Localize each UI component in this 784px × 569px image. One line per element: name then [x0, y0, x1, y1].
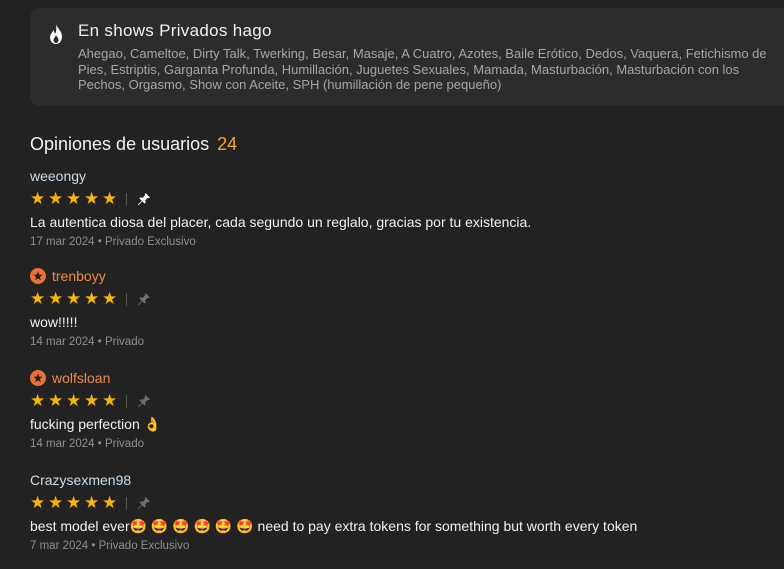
vip-badge-icon: [30, 268, 46, 284]
star-icon: ★: [30, 391, 46, 410]
review-comment: best model ever🤩 🤩 🤩 🤩 🤩 🤩 need to pay e…: [30, 518, 638, 534]
star-icon: ★: [48, 189, 64, 208]
review-comment: La autentica diosa del placer, cada segu…: [30, 214, 532, 230]
private-shows-card: En shows Privados hago Ahegao, Cameltoe,…: [30, 8, 784, 106]
review-comment: fucking perfection 👌: [30, 416, 162, 432]
review-show-type: Privado Exclusivo: [105, 236, 196, 248]
review-username[interactable]: weeongy: [30, 168, 86, 184]
star-icon: ★: [66, 493, 82, 512]
divider: [126, 192, 127, 206]
review-show-type: Privado Exclusivo: [98, 540, 190, 552]
review-meta: 17 mar 2024 • Privado Exclusivo: [30, 236, 196, 248]
review-username[interactable]: wolfsloan: [52, 370, 110, 386]
divider: [126, 292, 127, 306]
star-icon: ★: [102, 189, 118, 208]
review-user-row: Crazysexmen98: [30, 470, 770, 490]
rating-stars: ★ ★ ★ ★ ★: [30, 391, 770, 411]
star-icon: ★: [30, 289, 46, 308]
review-item: trenboyy ★ ★ ★ ★ ★ wow!!!!! 14 mar 2024 …: [30, 266, 770, 350]
rating-stars: ★ ★ ★ ★ ★: [30, 493, 770, 513]
star-icon: ★: [48, 289, 64, 308]
rating-stars: ★ ★ ★ ★ ★: [30, 189, 770, 209]
reviews-count: 24: [217, 134, 238, 154]
star-icon: ★: [66, 189, 82, 208]
vip-badge-icon: [30, 370, 46, 386]
review-meta: 14 mar 2024 • Privado: [30, 438, 144, 450]
review-show-type: Privado: [105, 438, 144, 450]
review-show-type: Privado: [105, 336, 144, 348]
review-item: wolfsloan ★ ★ ★ ★ ★ fucking perfection 👌…: [30, 368, 770, 452]
star-icon: ★: [84, 493, 100, 512]
review-item: weeongy ★ ★ ★ ★ ★ La autentica diosa del…: [30, 166, 770, 250]
star-icon: ★: [30, 493, 46, 512]
review-date: 17 mar 2024: [30, 236, 95, 248]
review-username[interactable]: Crazysexmen98: [30, 472, 131, 488]
review-date: 7 mar 2024: [30, 540, 89, 552]
star-icon: ★: [84, 289, 100, 308]
divider: [126, 496, 127, 510]
star-icon: ★: [102, 289, 118, 308]
shows-title: En shows Privados hago: [78, 21, 272, 40]
divider: [126, 394, 127, 408]
star-icon: ★: [48, 391, 64, 410]
review-meta: 7 mar 2024 • Privado Exclusivo: [30, 540, 190, 552]
review-item: Crazysexmen98 ★ ★ ★ ★ ★ best model ever🤩…: [30, 470, 770, 554]
review-comment: wow!!!!!: [30, 314, 78, 330]
star-icon: ★: [66, 289, 82, 308]
review-date: 14 mar 2024: [30, 438, 95, 450]
star-icon: ★: [102, 493, 118, 512]
star-icon: ★: [30, 189, 46, 208]
star-icon: ★: [48, 493, 64, 512]
pin-icon[interactable]: [137, 192, 151, 206]
rating-stars: ★ ★ ★ ★ ★: [30, 289, 770, 309]
pin-icon[interactable]: [137, 292, 151, 306]
review-date: 14 mar 2024: [30, 336, 95, 348]
review-meta: 14 mar 2024 • Privado: [30, 336, 144, 348]
star-icon: ★: [102, 391, 118, 410]
review-user-row: weeongy: [30, 166, 770, 186]
shows-tag-list: Ahegao, Cameltoe, Dirty Talk, Twerking, …: [78, 46, 767, 92]
reviews-title: Opiniones de usuarios: [30, 134, 210, 154]
star-icon: ★: [84, 391, 100, 410]
star-icon: ★: [84, 189, 100, 208]
star-icon: ★: [66, 391, 82, 410]
pin-icon[interactable]: [137, 394, 151, 408]
pin-icon[interactable]: [137, 496, 151, 510]
reviews-heading: Opiniones de usuarios 24: [30, 134, 237, 155]
fire-icon: [50, 24, 62, 44]
review-username[interactable]: trenboyy: [52, 268, 106, 284]
review-user-row: wolfsloan: [30, 368, 770, 388]
review-user-row: trenboyy: [30, 266, 770, 286]
